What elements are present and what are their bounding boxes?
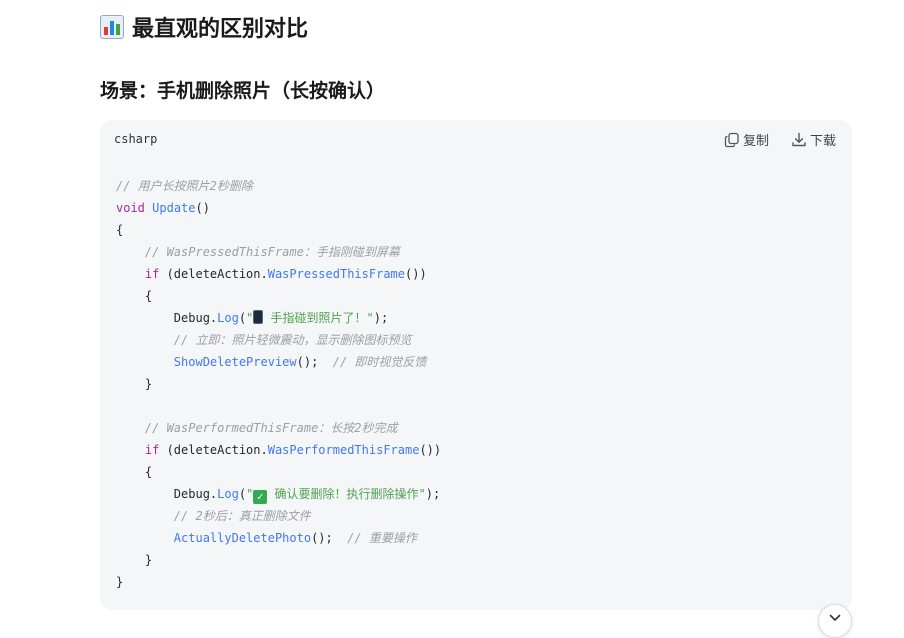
code-content: // 用户长按照片2秒删除 void Update() { // WasPresse… (116, 175, 441, 593)
download-label: 下载 (809, 134, 836, 149)
download-icon (792, 132, 806, 146)
code-actions: 复制 下载 (724, 130, 836, 149)
code-line: // 2秒后：真正删除文件 (173, 509, 311, 523)
section-heading-text: 最直观的区别对比 (132, 17, 309, 42)
check-mark-icon: ✓ (253, 490, 268, 504)
section-heading: 最直观的区别对比 (100, 10, 308, 44)
code-language-label: csharp (114, 132, 158, 146)
code-line: { (144, 289, 153, 303)
code-line: { (144, 465, 153, 479)
code-block-header: csharp 复制 下载 (100, 120, 852, 160)
scroll-down-button[interactable] (818, 604, 852, 638)
chevron-down-icon (829, 614, 841, 621)
copy-label: 复制 (742, 134, 769, 149)
code-line: Debug.Log(" ✓ 确认要删除！执行删除操作"); (173, 487, 441, 504)
code-line: void Update() (116, 201, 210, 215)
copy-button[interactable]: 复制 (724, 130, 769, 149)
code-block: csharp 复制 下载 // 用户长按照片2秒删除 void Update() {… (100, 120, 852, 610)
code-line: if (deleteAction.WasPerformedThisFrame()… (144, 443, 442, 457)
bar-chart-icon (100, 15, 124, 39)
code-line: } (144, 377, 153, 391)
scenario-heading: 场景：手机删除照片（长按确认） (100, 79, 386, 102)
mobile-phone-icon (253, 310, 264, 324)
code-line: // 立即：照片轻微震动，显示删除图标预览 (173, 333, 412, 347)
code-line: } (116, 575, 124, 589)
code-line: // WasPerformedThisFrame：长按2秒完成 (144, 421, 398, 435)
code-line: } (144, 553, 153, 567)
code-line: Debug.Log(" 手指碰到照片了！"); (173, 310, 389, 325)
download-button[interactable]: 下载 (791, 130, 836, 149)
code-line: // 用户长按照片2秒删除 (116, 179, 253, 193)
code-line: // WasPressedThisFrame：手指刚碰到屏幕 (144, 245, 400, 259)
copy-icon (724, 132, 739, 147)
code-line: ActuallyDeletePhoto(); // 重要操作 (173, 531, 417, 545)
code-line: { (116, 223, 124, 237)
code-line: ShowDeletePreview(); // 即时视觉反馈 (173, 355, 427, 369)
code-line: if (deleteAction.WasPressedThisFrame()) (144, 267, 427, 281)
